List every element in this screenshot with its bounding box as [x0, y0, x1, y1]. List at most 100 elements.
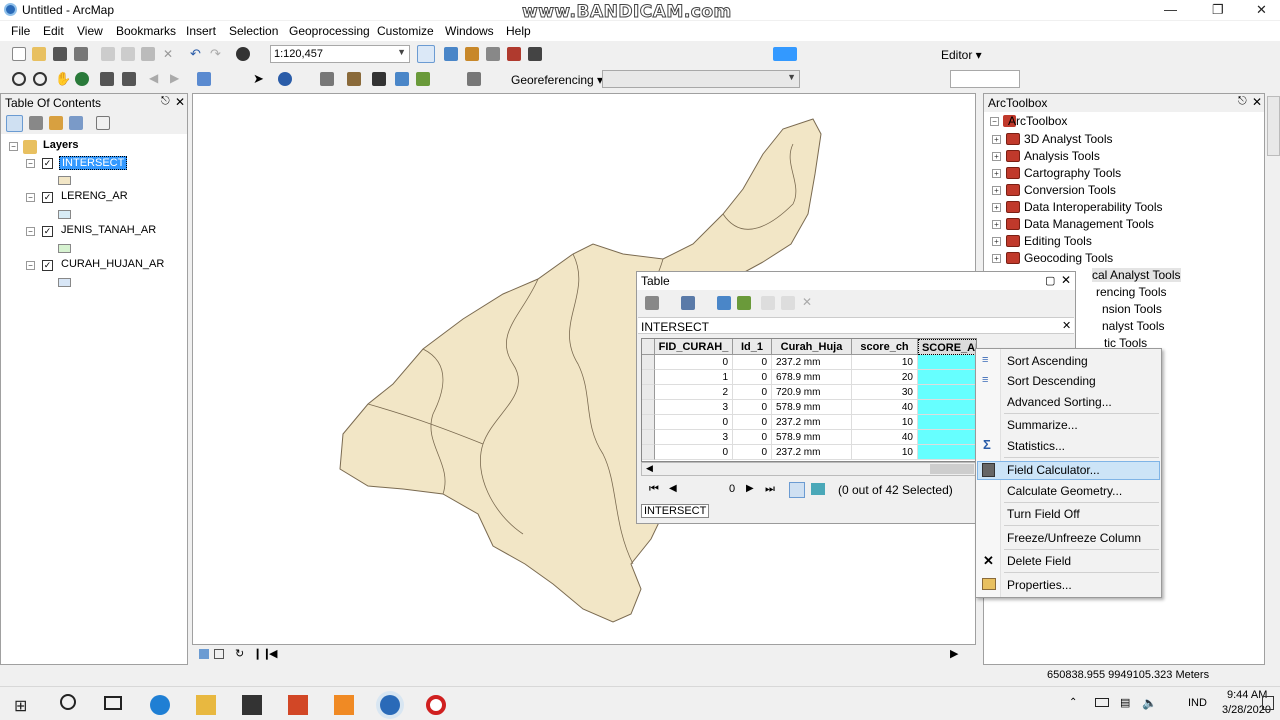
map-scrollbar[interactable]: ↻ ❙❙ ◀ ▶: [193, 647, 975, 663]
list-by-visibility-icon[interactable]: [49, 116, 63, 130]
notifications-icon[interactable]: [1262, 696, 1274, 710]
row-selector[interactable]: [642, 430, 655, 445]
scroll-left-icon[interactable]: ◀: [269, 647, 277, 660]
fixed-zoom-out-icon[interactable]: [122, 72, 136, 86]
layer-symbol[interactable]: [58, 210, 71, 219]
table-cell[interactable]: 10: [852, 415, 918, 430]
layer-lereng[interactable]: LERENG_AR: [61, 190, 128, 202]
table-hscrollbar[interactable]: ◀: [641, 462, 977, 476]
options-icon[interactable]: [96, 116, 110, 130]
menu-selection[interactable]: Selection: [229, 24, 278, 38]
editor-toolbar-icon[interactable]: [417, 45, 435, 63]
row-selector[interactable]: [642, 385, 655, 400]
measure-icon[interactable]: [347, 72, 361, 86]
clear-selection-icon[interactable]: [761, 296, 775, 310]
search-box[interactable]: [950, 70, 1020, 88]
table-tab-intersect[interactable]: INTERSECT: [641, 504, 710, 518]
toolbox-item[interactable]: Data Interoperability Tools: [1006, 200, 1163, 214]
first-record-icon[interactable]: ⏮: [649, 483, 659, 496]
zoom-to-selected-icon[interactable]: [781, 296, 795, 310]
table-cell[interactable]: [918, 445, 976, 460]
arcmap-taskbar-icon[interactable]: [380, 695, 400, 715]
toolbox-item[interactable]: cal Analyst Tools: [1092, 268, 1181, 282]
pin-icon[interactable]: ⎋: [1238, 95, 1247, 108]
scale-combo[interactable]: 1:120,457 ▼: [270, 45, 410, 63]
show-selected-records-icon[interactable]: [811, 483, 825, 495]
search-window-icon[interactable]: [486, 47, 500, 61]
expand-icon[interactable]: +: [992, 220, 1001, 229]
collapse-icon[interactable]: −: [26, 159, 35, 168]
refresh-icon[interactable]: ↻: [235, 647, 244, 660]
menu-item-sort-ascending[interactable]: Sort Ascending: [1007, 354, 1088, 368]
menu-item-delete-field[interactable]: Delete Field: [1007, 554, 1071, 568]
menu-item-properties[interactable]: Properties...: [1007, 578, 1072, 592]
menu-item-sort-descending[interactable]: Sort Descending: [1007, 374, 1096, 388]
collapse-icon[interactable]: −: [26, 227, 35, 236]
minimize-icon[interactable]: —: [1164, 2, 1177, 17]
table-cell[interactable]: 237.2 mm: [772, 355, 852, 370]
powerpoint-icon[interactable]: [288, 695, 308, 715]
expand-icon[interactable]: +: [992, 186, 1001, 195]
table-cell[interactable]: 578.9 mm: [772, 400, 852, 415]
table-cell[interactable]: [918, 385, 976, 400]
close-icon[interactable]: ✕: [175, 95, 185, 109]
georeferencing-menu[interactable]: Georeferencing ▾: [511, 73, 603, 87]
pan-icon[interactable]: ✋: [55, 71, 71, 86]
menu-item-field-calculator[interactable]: Field Calculator...: [1007, 463, 1100, 477]
menu-bookmarks[interactable]: Bookmarks: [116, 24, 176, 38]
select-elements-icon[interactable]: ➤: [253, 71, 267, 86]
menu-item-calculate-geometry[interactable]: Calculate Geometry...: [1007, 484, 1122, 498]
python-window-icon[interactable]: [528, 47, 542, 61]
menu-geoprocessing[interactable]: Geoprocessing: [289, 24, 370, 38]
copy-icon[interactable]: [121, 47, 135, 61]
menu-item-freeze-column[interactable]: Freeze/Unfreeze Column: [1007, 531, 1141, 545]
bandicam-icon[interactable]: [426, 695, 446, 715]
close-icon[interactable]: ✕: [1061, 273, 1071, 287]
table-cell[interactable]: 237.2 mm: [772, 445, 852, 460]
toolbox-item[interactable]: 3D Analyst Tools: [1006, 132, 1113, 146]
menu-item-turn-field-off[interactable]: Turn Field Off: [1007, 507, 1080, 521]
related-tables-icon[interactable]: [681, 296, 695, 310]
toolbox-item[interactable]: Analysis Tools: [1006, 149, 1100, 163]
column-header[interactable]: score_ch: [852, 339, 918, 355]
open-icon[interactable]: [32, 47, 46, 61]
undo-icon[interactable]: ↶: [190, 46, 204, 61]
georef-layer-combo[interactable]: ▼: [602, 70, 800, 88]
new-icon[interactable]: [12, 47, 26, 61]
toolbox-item[interactable]: nalyst Tools: [1102, 319, 1164, 333]
input-language[interactable]: IND: [1188, 697, 1207, 709]
layer-symbol[interactable]: [58, 176, 71, 185]
table-cell[interactable]: 20: [852, 370, 918, 385]
expand-icon[interactable]: +: [992, 203, 1001, 212]
table-cell[interactable]: 0: [733, 430, 772, 445]
table-cell[interactable]: 0: [733, 445, 772, 460]
next-record-icon[interactable]: ▶: [746, 483, 754, 494]
layer-symbol[interactable]: [58, 244, 71, 253]
layout-view-icon[interactable]: [214, 649, 224, 659]
table-cell[interactable]: 0: [655, 445, 733, 460]
toolbox-item[interactable]: nsion Tools: [1102, 302, 1162, 316]
table-cell[interactable]: [918, 430, 976, 445]
redo-icon[interactable]: ↷: [210, 46, 224, 61]
row-selector[interactable]: [642, 445, 655, 460]
close-icon[interactable]: ✕: [1256, 2, 1267, 18]
scroll-thumb[interactable]: [930, 464, 974, 474]
column-header[interactable]: FID_CURAH_: [655, 339, 733, 355]
maximize-icon[interactable]: ▢: [1045, 274, 1055, 287]
scroll-right-icon[interactable]: ▶: [950, 647, 958, 660]
scroll-left-icon[interactable]: ◀: [646, 463, 653, 474]
network-icon[interactable]: ▤: [1120, 696, 1130, 709]
expand-icon[interactable]: +: [992, 237, 1001, 246]
table-cell[interactable]: 0: [733, 415, 772, 430]
table-cell[interactable]: 720.9 mm: [772, 385, 852, 400]
toolbox-item[interactable]: Geocoding Tools: [1006, 251, 1113, 265]
menu-item-advanced-sorting[interactable]: Advanced Sorting...: [1007, 395, 1112, 409]
expand-icon[interactable]: +: [992, 169, 1001, 178]
table-cell[interactable]: 10: [852, 355, 918, 370]
html-popup-icon[interactable]: [320, 72, 334, 86]
catalog-window-icon[interactable]: [465, 47, 479, 61]
restore-icon[interactable]: ❐: [1212, 2, 1224, 18]
collapse-icon[interactable]: −: [990, 117, 999, 126]
toolbox-window-icon[interactable]: [507, 47, 521, 61]
save-icon[interactable]: [53, 47, 67, 61]
